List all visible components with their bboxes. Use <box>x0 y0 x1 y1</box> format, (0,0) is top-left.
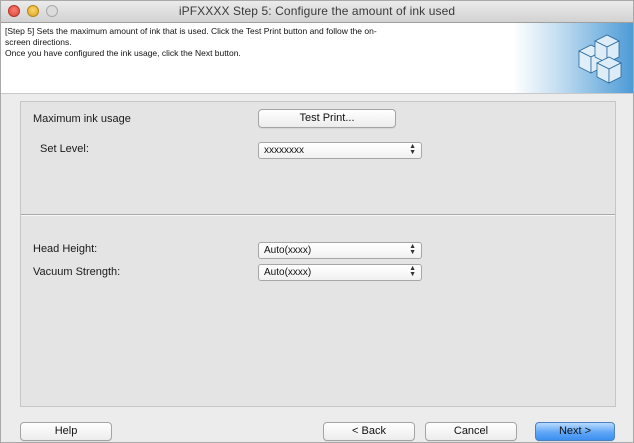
title-bar[interactable]: iPFXXXX Step 5: Configure the amount of … <box>1 1 633 23</box>
select-arrows-icon: ▲ ▼ <box>409 265 416 278</box>
vacuum-strength-select[interactable]: Auto(xxxx) ▲ ▼ <box>258 264 422 281</box>
step-header: [Step 5] Sets the maximum amount of ink … <box>1 23 633 94</box>
back-button[interactable]: < Back <box>323 422 415 441</box>
head-height-label: Head Height: <box>33 243 98 255</box>
set-level-value: xxxxxxxx <box>264 145 304 156</box>
set-level-label: Set Level: <box>40 143 89 155</box>
select-arrows-icon: ▲ ▼ <box>409 243 416 256</box>
instruction-line-3: Once you have configured the ink usage, … <box>5 48 241 58</box>
cancel-button[interactable]: Cancel <box>425 422 517 441</box>
printer-ink-cubes-icon <box>578 34 622 84</box>
instruction-line-2: screen directions. <box>5 37 72 47</box>
settings-panel: Maximum ink usage Test Print... Set Leve… <box>20 101 616 407</box>
header-banner-art <box>513 23 633 93</box>
set-level-select[interactable]: xxxxxxxx ▲ ▼ <box>258 142 422 159</box>
max-ink-usage-label: Maximum ink usage <box>33 113 131 125</box>
head-height-select[interactable]: Auto(xxxx) ▲ ▼ <box>258 242 422 259</box>
test-print-button[interactable]: Test Print... <box>258 109 396 128</box>
section-divider <box>21 214 615 216</box>
step-instructions: [Step 5] Sets the maximum amount of ink … <box>5 26 525 59</box>
instruction-line-1: [Step 5] Sets the maximum amount of ink … <box>5 26 377 36</box>
window-title: iPFXXXX Step 5: Configure the amount of … <box>178 4 456 18</box>
vacuum-strength-label: Vacuum Strength: <box>33 266 121 278</box>
next-button[interactable]: Next > <box>535 422 615 441</box>
vacuum-strength-value: Auto(xxxx) <box>264 267 312 278</box>
select-arrows-icon: ▲ ▼ <box>409 143 416 156</box>
head-height-value: Auto(xxxx) <box>264 245 312 256</box>
wizard-window: iPFXXXX Step 5: Configure the amount of … <box>0 0 634 443</box>
help-button[interactable]: Help <box>20 422 112 441</box>
